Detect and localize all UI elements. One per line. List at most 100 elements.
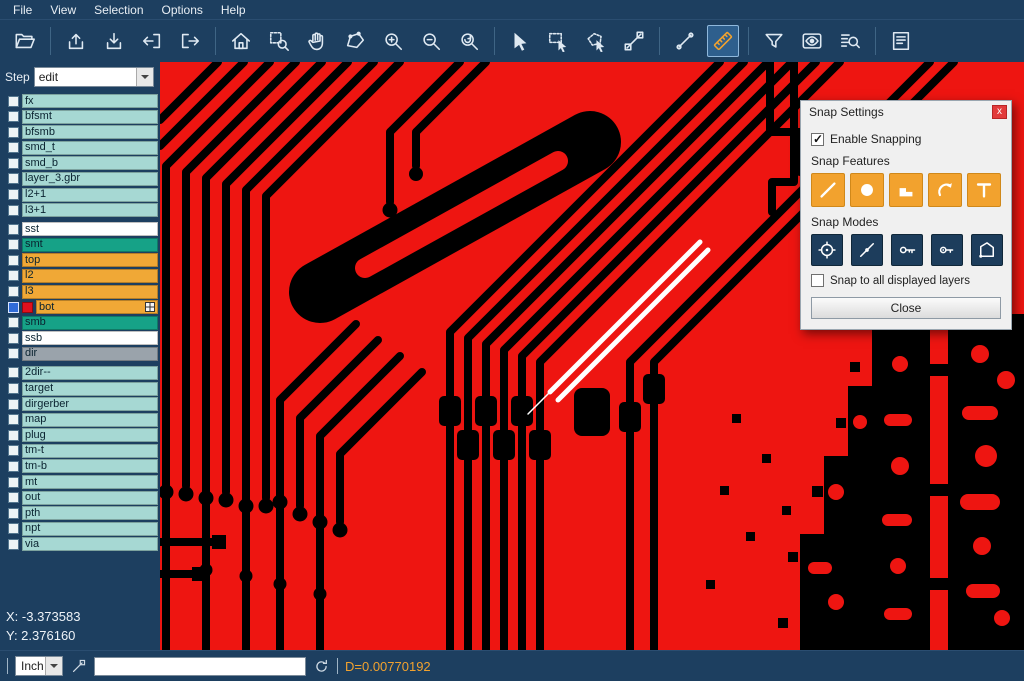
enable-snapping-row[interactable]: Enable Snapping <box>811 132 1001 146</box>
layer-row-mt[interactable]: mt <box>2 475 158 489</box>
snap-line-button[interactable] <box>811 173 845 207</box>
report-list-button[interactable] <box>885 25 917 57</box>
export-right-button[interactable] <box>174 25 206 57</box>
measure-line-button[interactable] <box>669 25 701 57</box>
layer-row-via[interactable]: via <box>2 537 158 551</box>
layer-row-l2+1[interactable]: l2+1 <box>2 188 158 202</box>
layer-label[interactable]: bfsmt <box>22 110 158 124</box>
layer-row-layer_3.gbr[interactable]: layer_3.gbr <box>2 172 158 186</box>
layer-label[interactable]: out <box>22 491 158 505</box>
dialog-titlebar[interactable]: Snap Settings x <box>801 101 1011 123</box>
measure-angle-icon[interactable] <box>70 658 87 675</box>
zoom-window-button[interactable] <box>263 25 295 57</box>
layer-label[interactable]: l2+1 <box>22 188 158 202</box>
layer-checkbox[interactable] <box>8 189 19 200</box>
menu-item-help[interactable]: Help <box>212 2 255 18</box>
layer-checkbox[interactable] <box>8 399 19 410</box>
layer-checkbox[interactable] <box>8 96 19 107</box>
layer-label[interactable]: sst <box>22 222 158 236</box>
layer-checkbox[interactable] <box>8 445 19 456</box>
layer-label[interactable]: l3+1 <box>22 203 158 217</box>
export-up-button[interactable] <box>60 25 92 57</box>
snap-key-alt-button[interactable] <box>931 234 963 266</box>
layer-row-sst[interactable]: sst <box>2 222 158 236</box>
layer-label[interactable]: l3 <box>22 285 158 299</box>
chevron-down-icon[interactable] <box>45 657 62 675</box>
enable-snapping-checkbox[interactable] <box>811 133 824 146</box>
layer-row-bfsmt[interactable]: bfsmt <box>2 110 158 124</box>
step-dropdown[interactable]: edit <box>34 67 154 87</box>
filter-funnel-button[interactable] <box>758 25 790 57</box>
layer-label[interactable]: 2dir-- <box>22 366 158 380</box>
pcb-canvas[interactable]: Snap Settings x Enable Snapping Snap Fea… <box>160 62 1024 650</box>
layer-checkbox[interactable] <box>8 414 19 425</box>
pan-hand-button[interactable] <box>301 25 333 57</box>
layer-checkbox[interactable] <box>8 127 19 138</box>
snap-all-layers-checkbox[interactable] <box>811 274 824 287</box>
layer-row-dirgerber[interactable]: dirgerber <box>2 397 158 411</box>
command-input[interactable] <box>94 657 306 676</box>
layer-row-bot[interactable]: bot <box>2 300 158 314</box>
layer-label[interactable]: pth <box>22 506 158 520</box>
layer-label[interactable]: dir <box>22 347 158 361</box>
search-text-button[interactable] <box>834 25 866 57</box>
layer-checkbox[interactable] <box>8 492 19 503</box>
layer-row-smb[interactable]: smb <box>2 316 158 330</box>
snap-arc-button[interactable] <box>928 173 962 207</box>
snap-vertex-button[interactable] <box>971 234 1003 266</box>
layer-label[interactable]: target <box>22 382 158 396</box>
select-polygon-button[interactable] <box>580 25 612 57</box>
layer-label[interactable]: bfsmb <box>22 125 158 139</box>
layer-row-tm-t[interactable]: tm-t <box>2 444 158 458</box>
layer-checkbox[interactable] <box>8 111 19 122</box>
layer-label[interactable]: l2 <box>22 269 158 283</box>
import-down-button[interactable] <box>98 25 130 57</box>
layer-label[interactable]: npt <box>22 522 158 536</box>
layer-label[interactable]: mt <box>22 475 158 489</box>
layer-row-tm-b[interactable]: tm-b <box>2 459 158 473</box>
layer-checkbox[interactable] <box>8 477 19 488</box>
layer-label[interactable]: smb <box>22 316 158 330</box>
layer-row-ssb[interactable]: ssb <box>2 331 158 345</box>
select-net-button[interactable] <box>618 25 650 57</box>
layer-checkbox[interactable] <box>8 367 19 378</box>
layer-checkbox[interactable] <box>8 158 19 169</box>
zoom-out-button[interactable] <box>415 25 447 57</box>
polygon-draw-button[interactable] <box>339 25 371 57</box>
snap-all-layers-row[interactable]: Snap to all displayed layers <box>811 274 1001 287</box>
layer-checkbox[interactable] <box>8 302 19 313</box>
import-left-button[interactable] <box>136 25 168 57</box>
layer-checkbox[interactable] <box>8 270 19 281</box>
layer-checkbox[interactable] <box>8 173 19 184</box>
snap-text-button[interactable] <box>967 173 1001 207</box>
layer-checkbox[interactable] <box>8 317 19 328</box>
layer-row-pth[interactable]: pth <box>2 506 158 520</box>
refresh-icon[interactable] <box>313 658 330 675</box>
snap-surface-button[interactable] <box>889 173 923 207</box>
menu-item-view[interactable]: View <box>41 2 85 18</box>
layer-row-l2[interactable]: l2 <box>2 269 158 283</box>
layer-row-out[interactable]: out <box>2 491 158 505</box>
layer-row-l3[interactable]: l3 <box>2 285 158 299</box>
layer-checkbox[interactable] <box>8 333 19 344</box>
unit-dropdown[interactable]: Inch <box>15 656 63 676</box>
grid-icon[interactable] <box>145 302 155 312</box>
layer-row-npt[interactable]: npt <box>2 522 158 536</box>
layer-checkbox[interactable] <box>8 286 19 297</box>
layer-checkbox[interactable] <box>8 383 19 394</box>
zoom-in-button[interactable] <box>377 25 409 57</box>
close-button[interactable]: Close <box>811 297 1001 319</box>
layer-checkbox[interactable] <box>8 508 19 519</box>
snap-pad-button[interactable] <box>850 173 884 207</box>
layer-checkbox[interactable] <box>8 205 19 216</box>
layer-row-plug[interactable]: plug <box>2 428 158 442</box>
layer-row-bfsmb[interactable]: bfsmb <box>2 125 158 139</box>
layer-checkbox[interactable] <box>8 255 19 266</box>
layer-label[interactable]: via <box>22 537 158 551</box>
layer-label[interactable]: layer_3.gbr <box>22 172 158 186</box>
chevron-down-icon[interactable] <box>136 68 153 86</box>
layer-checkbox[interactable] <box>8 142 19 153</box>
menu-item-file[interactable]: File <box>4 2 41 18</box>
layer-label[interactable]: dirgerber <box>22 397 158 411</box>
zoom-reset-button[interactable] <box>453 25 485 57</box>
